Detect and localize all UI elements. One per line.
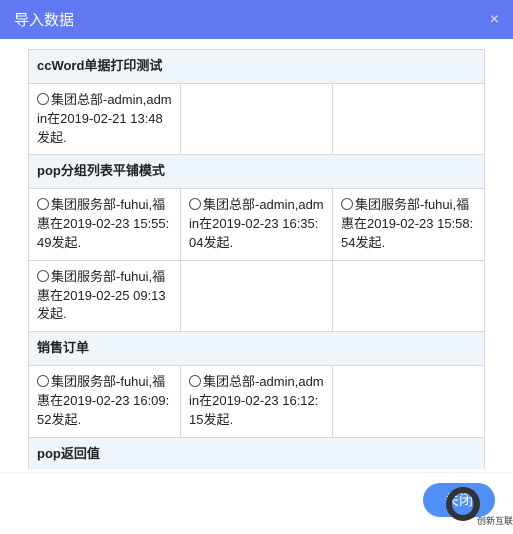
- table-row: 集团总部-admin,admin在2019-02-21 13:48发起.: [29, 83, 485, 155]
- empty-cell: [181, 260, 333, 332]
- close-button[interactable]: 关闭: [423, 483, 495, 517]
- option-cell[interactable]: 集团服务部-fuhui,福惠在2019-02-25 09:13发起.: [29, 260, 181, 332]
- empty-cell: [181, 83, 333, 155]
- section-header: ccWord单据打印测试: [29, 50, 485, 84]
- option-cell[interactable]: 集团总部-admin,admin在2019-02-21 13:48发起.: [29, 83, 181, 155]
- option-text: 集团服务部-fuhui,福惠在2019-02-23 15:55:49发起.: [37, 197, 169, 250]
- table-row: 集团服务部-fuhui,福惠在2019-02-23 15:55:49发起. 集团…: [29, 189, 485, 261]
- option-cell[interactable]: 集团服务部-fuhui,福惠在2019-02-23 16:09:52发起.: [29, 366, 181, 438]
- radio-icon[interactable]: [341, 198, 353, 210]
- import-data-modal: 导入数据 × ccWord单据打印测试 集团总部-admin,admin在201…: [0, 0, 513, 531]
- option-text: 集团总部-admin,admin在2019-02-23 16:12:15发起.: [189, 374, 324, 427]
- radio-icon[interactable]: [189, 198, 201, 210]
- option-cell[interactable]: 集团总部-admin,admin在2019-02-23 16:12:15发起.: [181, 366, 333, 438]
- close-icon[interactable]: ×: [490, 11, 499, 29]
- option-text: 集团总部-admin,admin在2019-02-21 13:48发起.: [37, 92, 172, 145]
- option-text: 集团服务部-fuhui,福惠在2019-02-23 16:09:52发起.: [37, 374, 169, 427]
- radio-icon[interactable]: [37, 93, 49, 105]
- section-header: 销售订单: [29, 332, 485, 366]
- radio-icon[interactable]: [189, 375, 201, 387]
- modal-footer: 关闭: [0, 472, 513, 531]
- empty-cell: [333, 260, 485, 332]
- section-header: pop返回值: [29, 437, 485, 469]
- radio-icon[interactable]: [37, 270, 49, 282]
- option-cell[interactable]: 集团服务部-fuhui,福惠在2019-02-23 15:58:54发起.: [333, 189, 485, 261]
- radio-icon[interactable]: [37, 198, 49, 210]
- option-cell[interactable]: 集团服务部-fuhui,福惠在2019-02-23 15:55:49发起.: [29, 189, 181, 261]
- option-text: 集团服务部-fuhui,福惠在2019-02-25 09:13发起.: [37, 269, 166, 322]
- empty-cell: [333, 83, 485, 155]
- modal-body[interactable]: ccWord单据打印测试 集团总部-admin,admin在2019-02-21…: [0, 39, 513, 469]
- option-text: 集团服务部-fuhui,福惠在2019-02-23 15:58:54发起.: [341, 197, 473, 250]
- modal-header: 导入数据 ×: [0, 0, 513, 39]
- table-row: 集团服务部-fuhui,福惠在2019-02-25 09:13发起.: [29, 260, 485, 332]
- option-cell[interactable]: 集团总部-admin,admin在2019-02-23 16:35:04发起.: [181, 189, 333, 261]
- modal-title: 导入数据: [14, 9, 74, 30]
- option-text: 集团总部-admin,admin在2019-02-23 16:35:04发起.: [189, 197, 324, 250]
- empty-cell: [333, 366, 485, 438]
- section-header: pop分组列表平铺模式: [29, 155, 485, 189]
- data-table: ccWord单据打印测试 集团总部-admin,admin在2019-02-21…: [28, 49, 485, 469]
- radio-icon[interactable]: [37, 375, 49, 387]
- table-row: 集团服务部-fuhui,福惠在2019-02-23 16:09:52发起. 集团…: [29, 366, 485, 438]
